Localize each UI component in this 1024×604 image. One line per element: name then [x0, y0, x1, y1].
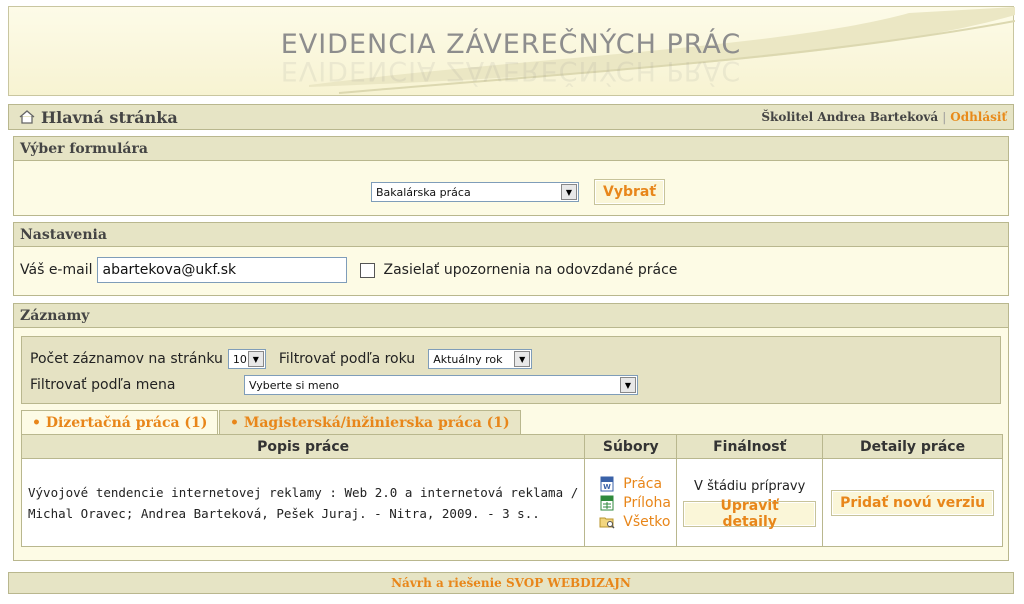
name-filter-label: Filtrovať podľa mena — [30, 377, 176, 393]
notify-label: Zasielať upozornenia na odovzdané práce — [383, 262, 678, 278]
page-header: EVIDENCIA ZÁVEREČNÝCH PRÁC EVIDENCIA ZÁV… — [8, 6, 1015, 96]
email-label: Váš e-mail — [20, 262, 93, 278]
user-label: Školitel Andrea Barteková — [761, 110, 939, 124]
word-document-icon: W — [600, 476, 614, 491]
chevron-down-icon: ▼ — [561, 184, 577, 200]
file-attachment-label: Príloha — [623, 494, 671, 511]
chevron-down-icon: ▼ — [247, 351, 264, 367]
records-panel: Záznamy Počet záznamov na stránku 10 ▼ F… — [13, 303, 1009, 561]
per-page-label: Počet záznamov na stránku — [30, 351, 223, 367]
files-cell: W Práca Príloha Všetko — [584, 458, 678, 547]
form-type-value: Bakalárska práca — [376, 185, 471, 199]
site-title-reflection: EVIDENCIA ZÁVEREČNÝCH PRÁC — [280, 55, 742, 86]
records-title: Záznamy — [14, 304, 1008, 328]
col-finality: Finálnosť — [676, 434, 824, 459]
filter-row-2: Filtrovať podľa mena Vyberte si meno ▼ — [30, 375, 638, 395]
table-header-row: Popis práce Súbory Finálnosť Detaily prá… — [20, 434, 1003, 459]
col-files: Súbory — [584, 434, 678, 459]
filter-row-1: Počet záznamov na stránku 10 ▼ Filtrovať… — [30, 349, 533, 369]
page-footer: Návrh a riešenie SVOP WEBDIZAJN — [8, 572, 1014, 594]
records-table: Popis práce Súbory Finálnosť Detaily prá… — [20, 434, 1003, 547]
form-select-row: Bakalárska práca ▼ Vybrať — [371, 179, 666, 205]
filter-box: Počet záznamov na stránku 10 ▼ Filtrovať… — [21, 336, 1001, 404]
email-field[interactable] — [97, 257, 348, 283]
notify-checkbox[interactable] — [360, 262, 376, 278]
edit-details-button[interactable]: Upraviť detaily — [683, 498, 817, 530]
name-filter-select[interactable]: Vyberte si meno ▼ — [244, 375, 638, 395]
table-row: Vývojové tendencie internetovej reklamy … — [20, 458, 1003, 547]
settings-panel: Nastavenia Váš e-mail Zasielať upozornen… — [13, 222, 1009, 296]
name-filter-value: Vyberte si meno — [249, 378, 340, 392]
details-cell: Pridať novú verziu — [822, 458, 1003, 547]
year-filter-select[interactable]: Aktuálny rok ▼ — [428, 349, 533, 369]
tab-master[interactable]: • Magisterská/inžinierska práca (1) — [219, 410, 521, 434]
footer-credit: Návrh a riešenie SVOP WEBDIZAJN — [391, 576, 631, 590]
spreadsheet-icon — [600, 495, 614, 510]
file-all-label: Všetko — [623, 513, 671, 530]
logout-link[interactable]: Odhlásiť — [950, 110, 1007, 124]
add-version-button[interactable]: Pridať novú verziu — [831, 489, 995, 516]
home-icon — [19, 110, 35, 124]
chevron-down-icon: ▼ — [514, 351, 531, 367]
settings-title: Nastavenia — [14, 223, 1008, 247]
folder-search-icon — [599, 517, 615, 529]
form-select-panel: Výber formulára Bakalárska práca ▼ Vybra… — [13, 136, 1009, 216]
file-work-label: Práca — [623, 475, 663, 492]
status-text: V štádiu prípravy — [694, 478, 806, 494]
file-link-all[interactable]: Všetko — [599, 514, 676, 530]
chevron-down-icon: ▼ — [620, 377, 636, 393]
col-details: Detaily práce — [822, 434, 1003, 459]
col-description: Popis práce — [20, 434, 586, 459]
tab-dissertation[interactable]: • Dizertačná práca (1) — [21, 410, 219, 434]
select-form-button[interactable]: Vybrať — [594, 179, 666, 205]
year-filter-label: Filtrovať podľa roku — [278, 351, 416, 367]
home-link[interactable]: Hlavná stránka — [19, 108, 178, 127]
year-filter-value: Aktuálny rok — [433, 352, 503, 366]
description-cell: Vývojové tendencie internetovej reklamy … — [20, 458, 586, 547]
work-description: Vývojové tendencie internetovej reklamy … — [28, 484, 579, 521]
user-separator: | — [942, 110, 947, 124]
form-select-title: Výber formulára — [14, 137, 1008, 161]
user-box: Školitel Andrea Barteková | Odhlásiť — [761, 110, 1007, 124]
form-type-select[interactable]: Bakalárska práca ▼ — [371, 182, 579, 202]
home-label: Hlavná stránka — [41, 107, 178, 127]
finality-cell: V štádiu prípravy Upraviť detaily — [676, 458, 824, 547]
file-link-attachment[interactable]: Príloha — [599, 495, 676, 511]
top-bar: Hlavná stránka Školitel Andrea Barteková… — [8, 104, 1014, 130]
svg-text:W: W — [603, 483, 611, 491]
per-page-select[interactable]: 10 ▼ — [227, 349, 266, 369]
email-row: Váš e-mail Zasielať upozornenia na odovz… — [20, 257, 677, 283]
per-page-value: 10 — [232, 352, 247, 366]
file-link-work[interactable]: W Práca — [599, 476, 676, 492]
